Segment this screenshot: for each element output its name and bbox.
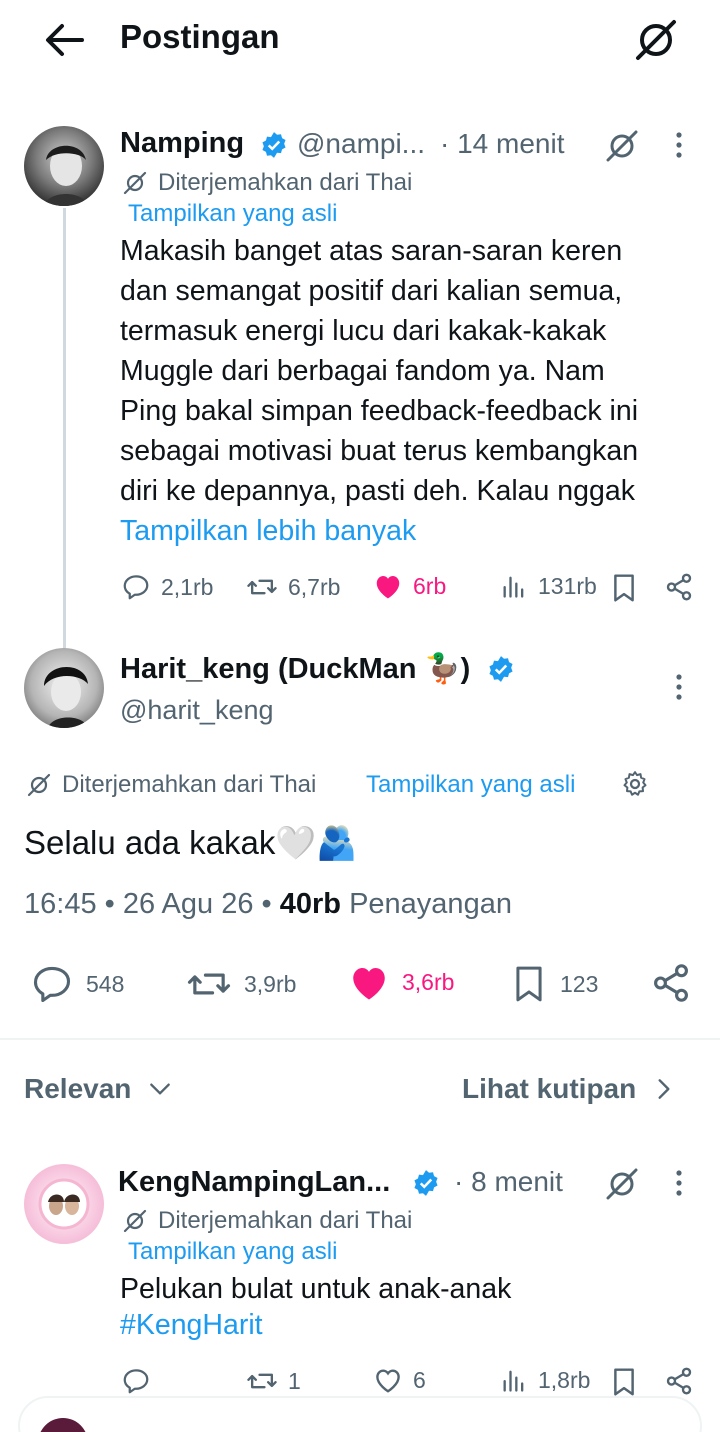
- views-chart-icon: [500, 1366, 528, 1394]
- repost-count: 1: [288, 1367, 301, 1394]
- tweet-text: Selalu ada kakak🤍🫂: [24, 824, 358, 861]
- grok-icon[interactable]: [604, 128, 640, 164]
- tweet-text: Pelukan bulat untuk anak-anak: [120, 1273, 512, 1305]
- author-handle[interactable]: @nampi...: [297, 128, 425, 160]
- heart-outline-icon: [373, 1366, 403, 1394]
- like-count: 6rb: [413, 572, 447, 599]
- share-icon[interactable]: [664, 1366, 694, 1396]
- verified-badge-icon: [260, 131, 288, 159]
- heart-filled-icon: [373, 572, 403, 600]
- gear-icon[interactable]: [620, 769, 650, 799]
- repost-count: 3,9rb: [244, 970, 297, 997]
- like-button[interactable]: 6: [373, 1366, 426, 1394]
- reply-icon: [30, 962, 74, 1006]
- avatar-kengnamping[interactable]: [24, 1164, 104, 1244]
- reply-composer[interactable]: [18, 1396, 702, 1432]
- views-chart-icon: [500, 572, 528, 600]
- reply-count: 2,1rb: [161, 573, 214, 600]
- timestamp[interactable]: · 14 menit: [440, 128, 565, 160]
- grok-icon[interactable]: [632, 16, 680, 64]
- bookmark-button[interactable]: 123: [510, 962, 598, 1006]
- repost-icon: [246, 1366, 278, 1396]
- chevron-right-icon: [654, 1076, 674, 1102]
- page-title: Postingan: [120, 18, 280, 55]
- translate-icon: [122, 170, 148, 196]
- repost-count: 6,7rb: [288, 573, 341, 600]
- repost-button[interactable]: 6,7rb: [246, 572, 340, 602]
- avatar-namping[interactable]: [24, 126, 104, 206]
- more-options-icon[interactable]: [668, 1168, 690, 1198]
- translate-icon: [26, 772, 52, 798]
- avatar: [38, 1418, 88, 1432]
- show-more-link[interactable]: Tampilkan lebih banyak: [120, 511, 710, 551]
- reply-button[interactable]: [121, 1366, 161, 1396]
- sort-label: Relevan: [24, 1073, 132, 1104]
- more-options-icon[interactable]: [668, 130, 690, 160]
- view-count: 40rb: [279, 888, 342, 920]
- translated-label: Diterjemahkan dari Thai: [62, 771, 317, 798]
- author-name[interactable]: KengNampingLan...: [118, 1166, 390, 1199]
- repost-icon: [246, 572, 278, 602]
- bookmark-icon[interactable]: [609, 1366, 639, 1398]
- author-handle[interactable]: @harit_keng: [120, 695, 274, 726]
- repost-button[interactable]: 3,9rb: [186, 962, 296, 1006]
- show-original-link[interactable]: Tampilkan yang asli: [128, 200, 337, 228]
- author-name[interactable]: Harit_keng (DuckMan 🦆): [120, 652, 470, 686]
- back-arrow-icon[interactable]: [42, 20, 86, 60]
- view-quotes-link[interactable]: Lihat kutipan: [462, 1073, 674, 1105]
- translate-icon: [122, 1208, 148, 1234]
- post-timestamp: 16:45 • 26 Agu 26 •: [24, 888, 272, 920]
- like-count: 6: [413, 1366, 426, 1393]
- views-button[interactable]: 131rb: [500, 572, 597, 600]
- repost-button[interactable]: 1: [246, 1366, 301, 1396]
- views-button[interactable]: 1,8rb: [500, 1366, 590, 1394]
- hashtag-link[interactable]: #KengHarit: [120, 1305, 263, 1345]
- reply-icon: [121, 1366, 151, 1396]
- sort-dropdown[interactable]: Relevan: [24, 1073, 173, 1105]
- post-meta: 16:45 • 26 Agu 26 • 40rb Penayangan: [24, 888, 512, 921]
- tweet-text: Makasih banget atas saran-saran keren da…: [120, 231, 710, 551]
- show-original-link[interactable]: Tampilkan yang asli: [366, 771, 575, 799]
- share-icon[interactable]: [650, 962, 692, 1004]
- translated-label: Diterjemahkan dari Thai: [158, 1207, 413, 1234]
- bookmark-icon[interactable]: [609, 572, 639, 604]
- timestamp[interactable]: · 8 menit: [454, 1166, 563, 1198]
- bookmark-icon: [510, 962, 548, 1006]
- heart-filled-icon: [348, 962, 390, 1002]
- translated-label: Diterjemahkan dari Thai: [158, 169, 413, 196]
- bookmark-count: 123: [560, 970, 599, 997]
- verified-badge-icon: [412, 1169, 440, 1197]
- more-options-icon[interactable]: [668, 672, 690, 702]
- like-button[interactable]: 6rb: [373, 572, 446, 600]
- grok-icon[interactable]: [604, 1166, 640, 1202]
- views-count: 131rb: [538, 572, 597, 599]
- view-label: Penayangan: [349, 888, 512, 920]
- avatar-harit[interactable]: [24, 648, 104, 728]
- thread-line: [63, 208, 66, 648]
- like-count: 3,6rb: [402, 968, 455, 995]
- show-original-link[interactable]: Tampilkan yang asli: [128, 1238, 337, 1266]
- chevron-down-icon: [147, 1076, 173, 1102]
- reply-icon: [121, 572, 151, 602]
- views-count: 1,8rb: [538, 1366, 591, 1393]
- like-button[interactable]: 3,6rb: [348, 962, 454, 1002]
- share-icon[interactable]: [664, 572, 694, 602]
- view-quotes-label: Lihat kutipan: [462, 1073, 637, 1104]
- author-name[interactable]: Namping: [120, 127, 244, 160]
- verified-badge-icon: [487, 655, 515, 683]
- divider: [0, 1038, 720, 1040]
- reply-button[interactable]: 2,1rb: [121, 572, 213, 602]
- reply-count: 548: [86, 970, 125, 997]
- repost-icon: [186, 962, 232, 1006]
- reply-button[interactable]: 548: [30, 962, 124, 1006]
